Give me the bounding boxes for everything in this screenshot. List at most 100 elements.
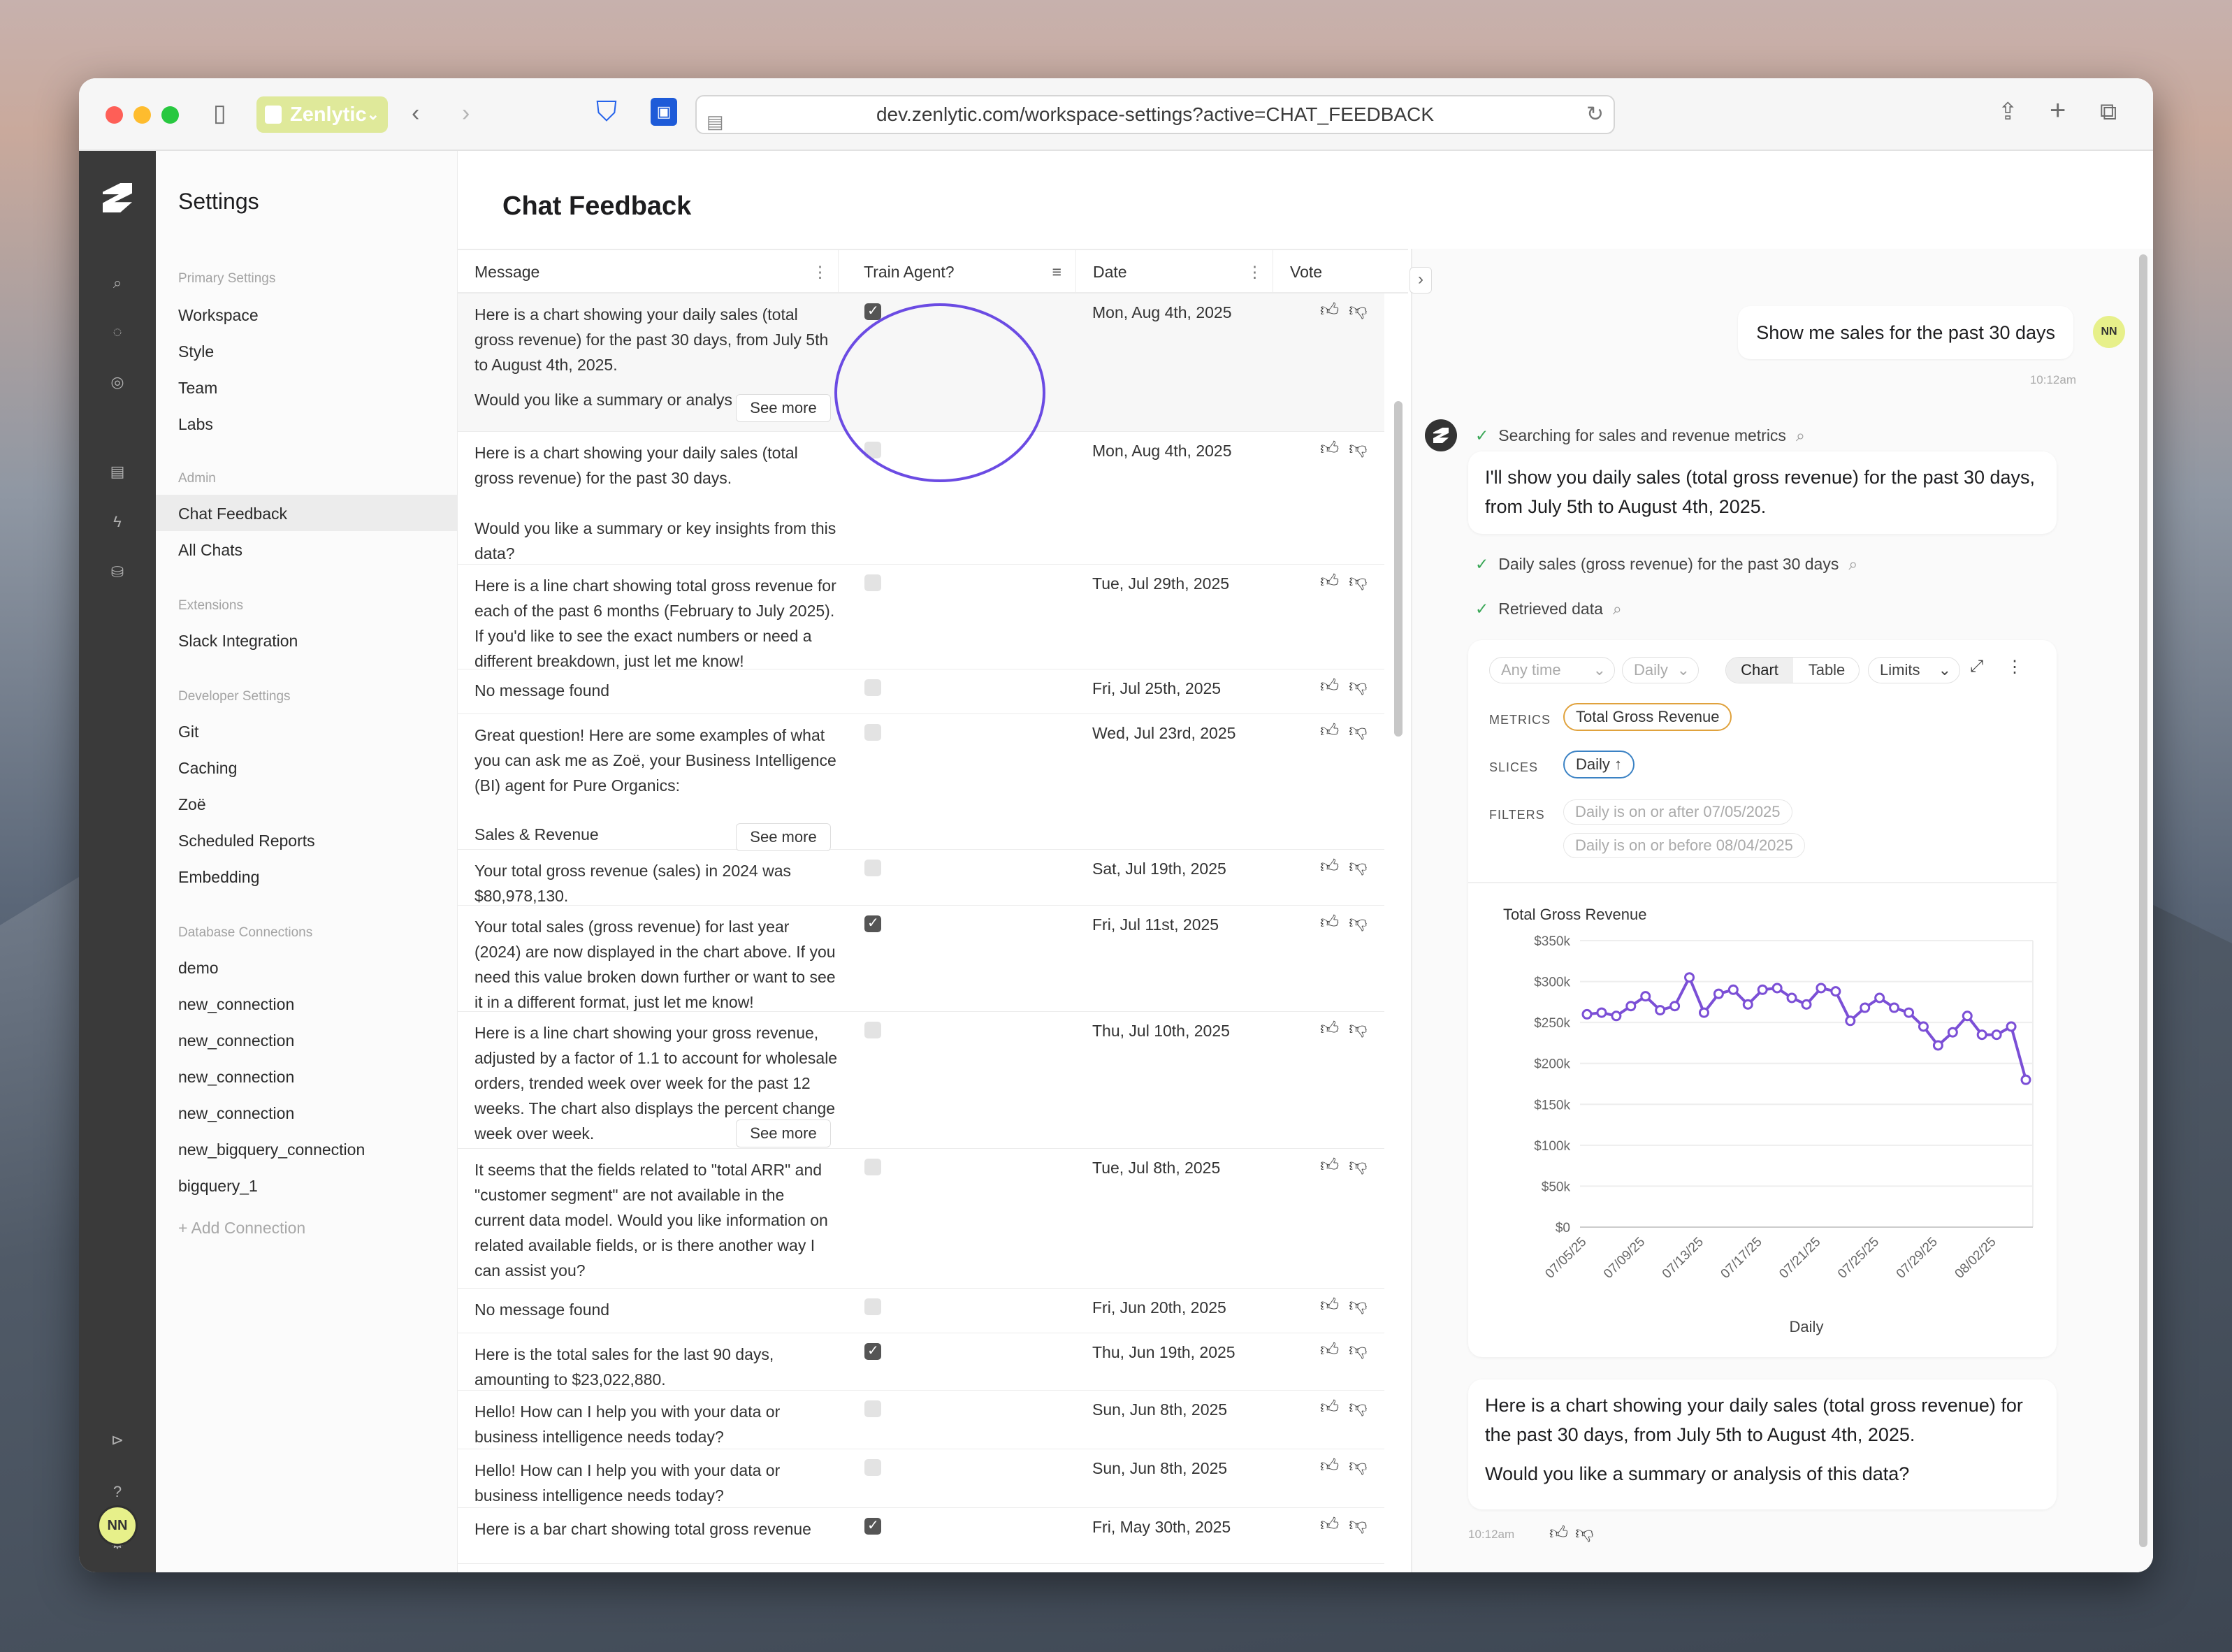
thumbs-down-icon[interactable]: 👎︎: [1349, 720, 1377, 741]
agent-step[interactable]: ✓ Daily sales (gross revenue) for the pas…: [1475, 555, 1857, 574]
sidebar-item-slack[interactable]: Slack Integration: [178, 632, 298, 651]
sidebar-item-db[interactable]: demo: [178, 959, 219, 978]
add-connection-link[interactable]: + Add Connection: [178, 1219, 305, 1238]
collapse-panel-button[interactable]: ›: [1410, 267, 1432, 294]
more-options-icon[interactable]: ⋮: [2006, 657, 2023, 677]
dashboard-icon[interactable]: ▤: [79, 463, 156, 481]
train-agent-checkbox[interactable]: [864, 1400, 881, 1417]
thumbs-down-icon[interactable]: 👎︎: [1349, 675, 1377, 696]
column-header-vote[interactable]: Vote: [1273, 250, 1408, 294]
thumbs-up-icon[interactable]: 👍︎: [1320, 299, 1349, 320]
search-icon[interactable]: ⌕: [79, 274, 156, 292]
train-agent-checkbox[interactable]: [864, 860, 881, 876]
see-more-button[interactable]: See more: [736, 394, 831, 422]
sidebar-item-workspace[interactable]: Workspace: [178, 306, 259, 325]
metric-chip[interactable]: Total Gross Revenue: [1563, 703, 1732, 731]
shield-icon[interactable]: ⛉: [596, 96, 617, 128]
panel-scrollbar[interactable]: [2139, 254, 2147, 1547]
column-menu-icon[interactable]: ⋮: [812, 250, 828, 294]
table-view-tab[interactable]: Table: [1793, 658, 1859, 683]
train-agent-checkbox[interactable]: [864, 1022, 881, 1038]
thumbs-up-icon[interactable]: 👍︎: [1320, 1154, 1349, 1175]
help-icon[interactable]: ?: [79, 1483, 156, 1501]
zoom-window-button[interactable]: [161, 106, 179, 124]
train-agent-checkbox[interactable]: [864, 302, 881, 320]
thumbs-up-icon[interactable]: 👍︎: [1320, 437, 1349, 458]
sidebar-item-db[interactable]: new_connection: [178, 1068, 294, 1087]
sidebar-toggle-icon[interactable]: ▯: [213, 99, 226, 127]
table-row[interactable]: No message found Fri, Jul 25th, 2025 👍︎👎︎: [458, 669, 1384, 714]
minimize-window-button[interactable]: [133, 106, 151, 124]
table-row[interactable]: Your total gross revenue (sales) in 2024…: [458, 850, 1384, 906]
agent-step[interactable]: ✓ Retrieved data ⌕: [1475, 600, 1622, 618]
thumbs-down-icon[interactable]: 👎︎: [1349, 570, 1377, 591]
table-row[interactable]: Here is a line chart showing your gross …: [458, 1012, 1384, 1149]
filter-chip[interactable]: Daily is on or before 08/04/2025: [1563, 833, 1805, 858]
table-row[interactable]: Great question! Here are some examples o…: [458, 714, 1384, 851]
train-agent-checkbox[interactable]: [864, 1516, 881, 1535]
thumbs-up-icon[interactable]: 👍︎: [1320, 911, 1349, 932]
thumbs-up-icon[interactable]: 👍︎: [1320, 1455, 1349, 1476]
zenlytic-logo[interactable]: [103, 183, 132, 212]
thumbs-up-icon[interactable]: 👍︎: [1320, 570, 1349, 591]
train-agent-checkbox[interactable]: [864, 1342, 881, 1360]
new-tab-icon[interactable]: +: [2050, 96, 2066, 124]
sidebar-item-db[interactable]: new_bigquery_connection: [178, 1140, 365, 1159]
reload-icon[interactable]: ↻: [1586, 96, 1604, 133]
sidebar-item-git[interactable]: Git: [178, 723, 198, 741]
thumbs-up-icon[interactable]: 👍︎: [1320, 1339, 1349, 1360]
thumbs-down-icon[interactable]: 👎︎: [1349, 1154, 1377, 1175]
thumbs-down-icon[interactable]: 👎︎: [1575, 1522, 1600, 1543]
sidebar-item-db[interactable]: new_connection: [178, 995, 294, 1014]
thumbs-up-icon[interactable]: 👍︎: [1549, 1522, 1575, 1543]
lightning-icon[interactable]: ϟ: [79, 513, 156, 531]
see-more-button[interactable]: See more: [736, 823, 831, 851]
table-row[interactable]: It seems that the fields related to "tot…: [458, 1149, 1384, 1289]
forward-icon[interactable]: ›: [462, 99, 470, 127]
thumbs-up-icon[interactable]: 👍︎: [1320, 1294, 1349, 1315]
bitwarden-icon[interactable]: ▣: [651, 98, 677, 126]
database-icon[interactable]: ⛁: [79, 563, 156, 581]
vertical-scrollbar[interactable]: [1394, 401, 1403, 737]
sidebar-item-embedding[interactable]: Embedding: [178, 868, 259, 887]
tab-group-button[interactable]: Zenlytic ⌄: [256, 96, 388, 133]
thumbs-down-icon[interactable]: 👎︎: [1349, 911, 1377, 932]
thumbs-down-icon[interactable]: 👎︎: [1349, 855, 1377, 876]
feedback-icon[interactable]: ⊳: [79, 1431, 156, 1449]
train-agent-checkbox[interactable]: [864, 574, 881, 591]
close-window-button[interactable]: [106, 106, 123, 124]
table-row[interactable]: Hello! How can I help you with your data…: [458, 1449, 1384, 1508]
train-agent-checkbox[interactable]: [864, 724, 881, 741]
thumbs-up-icon[interactable]: 👍︎: [1320, 720, 1349, 741]
expand-icon[interactable]: ⤢: [1970, 657, 1983, 676]
filter-chip[interactable]: Daily is on or after 07/05/2025: [1563, 799, 1792, 825]
sidebar-item-db[interactable]: bigquery_1: [178, 1177, 258, 1196]
table-row[interactable]: Here is the total sales for the last 90 …: [458, 1333, 1384, 1391]
train-agent-checkbox[interactable]: [864, 679, 881, 696]
filter-icon[interactable]: ≡: [1052, 250, 1061, 294]
chat-icon[interactable]: ◌: [79, 323, 156, 341]
thumbs-down-icon[interactable]: 👎︎: [1349, 1396, 1377, 1417]
chart-view-tab[interactable]: Chart: [1726, 658, 1793, 683]
table-row[interactable]: No message found Fri, Jun 20th, 2025 👍︎👎︎: [458, 1289, 1384, 1333]
thumbs-up-icon[interactable]: 👍︎: [1320, 1017, 1349, 1038]
thumbs-down-icon[interactable]: 👎︎: [1349, 437, 1377, 458]
table-row[interactable]: Your total sales (gross revenue) for las…: [458, 906, 1384, 1012]
table-row[interactable]: Here is a bar chart showing total gross …: [458, 1508, 1384, 1564]
limits-select[interactable]: Limits ⌄: [1868, 657, 1960, 683]
user-avatar[interactable]: NN: [97, 1505, 138, 1546]
grain-select[interactable]: Daily ⌄: [1622, 657, 1699, 683]
train-agent-checkbox[interactable]: [864, 1159, 881, 1175]
see-more-button[interactable]: See more: [736, 1120, 831, 1147]
thumbs-down-icon[interactable]: 👎︎: [1349, 1455, 1377, 1476]
agent-step[interactable]: ✓ Searching for sales and revenue metrics…: [1475, 426, 1805, 445]
thumbs-down-icon[interactable]: 👎︎: [1349, 1339, 1377, 1360]
sidebar-item-scheduled-reports[interactable]: Scheduled Reports: [178, 832, 315, 850]
sidebar-item-labs[interactable]: Labs: [178, 415, 213, 434]
thumbs-down-icon[interactable]: 👎︎: [1349, 1514, 1377, 1535]
sidebar-item-db[interactable]: new_connection: [178, 1031, 294, 1050]
thumbs-down-icon[interactable]: 👎︎: [1349, 1017, 1377, 1038]
table-row[interactable]: Here is a line chart showing total gross…: [458, 565, 1384, 670]
sidebar-item-zoe[interactable]: Zoë: [178, 795, 206, 814]
thumbs-up-icon[interactable]: 👍︎: [1320, 855, 1349, 876]
